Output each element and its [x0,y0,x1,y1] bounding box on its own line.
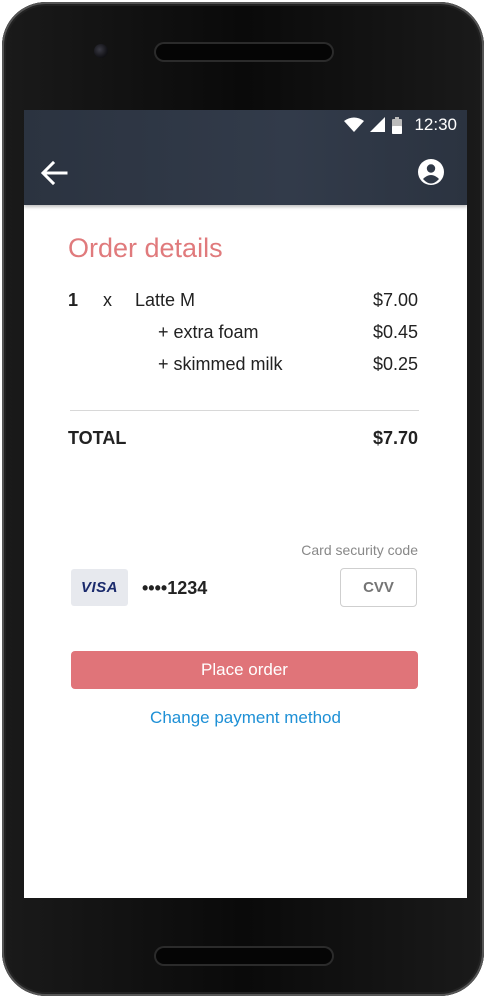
total-label: TOTAL [68,428,127,448]
top-speaker [156,44,332,60]
battery-icon [392,116,403,134]
addon-price: $0.45 [372,322,418,342]
account-circle-icon [418,159,444,185]
account-button[interactable] [417,158,445,186]
arrow-back-icon [40,160,68,186]
page-title: Order details [68,233,223,263]
back-button[interactable] [38,157,70,189]
cvv-input[interactable] [340,568,417,607]
change-payment-link[interactable]: Change payment method [24,708,467,728]
visa-card-icon: VISA [71,569,128,606]
bottom-speaker [156,948,332,964]
screen: 12:30 Order details 1 x Latte M $7.00 + … [24,110,467,898]
security-code-label: Card security code [301,542,418,558]
addon-name: + extra foam [158,322,259,342]
cell-signal-icon [370,117,386,132]
status-bar: 12:30 [344,112,457,138]
status-time: 12:30 [414,115,457,134]
app-bar: 12:30 [24,110,467,205]
wifi-icon [344,117,365,132]
line-item-price: $7.00 [372,290,418,310]
line-qty: 1 [68,290,79,310]
line-item-name: Latte M [135,290,196,310]
addon-name: + skimmed milk [158,354,283,374]
card-number: ••••1234 [142,578,208,598]
phone-frame: 12:30 Order details 1 x Latte M $7.00 + … [2,2,484,996]
divider [70,410,419,411]
front-camera [94,44,108,58]
place-order-button[interactable]: Place order [71,651,418,689]
addon-price: $0.25 [372,354,418,374]
line-times: x [103,290,112,310]
total-value: $7.70 [372,428,418,448]
